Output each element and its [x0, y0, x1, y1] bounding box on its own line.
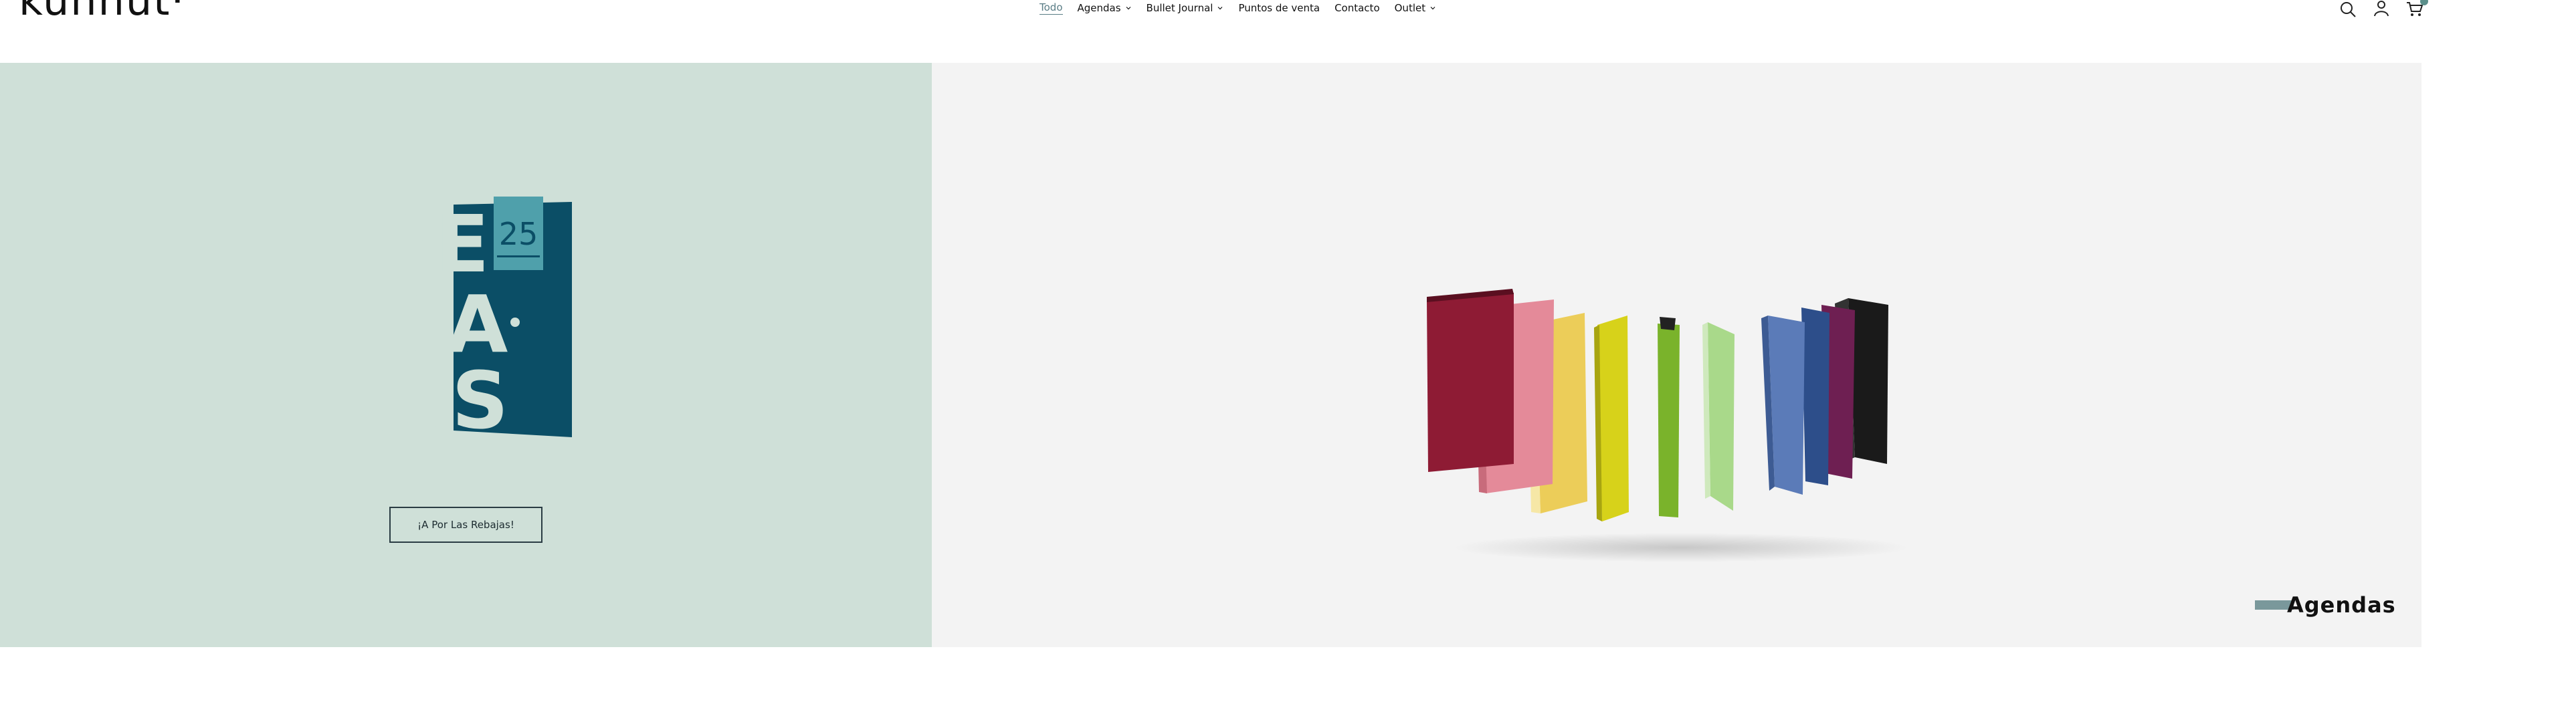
chevron-down-icon	[1430, 7, 1435, 10]
promo-panel-agendas: Agendas	[932, 63, 2421, 647]
search-icon[interactable]	[2339, 0, 2357, 19]
header-actions	[2339, 0, 2428, 19]
promo-panel-rebajas: 25 RE BA JAS ¡A Por Las Rebajas!	[0, 63, 932, 647]
nav-item-label: Todo	[1039, 1, 1063, 13]
cart-button[interactable]	[2405, 0, 2428, 19]
nav-item-label: Bullet Journal	[1146, 2, 1213, 14]
nav-item-label: Agendas	[1077, 2, 1121, 14]
nav-item-bullet-journal[interactable]: Bullet Journal	[1147, 2, 1224, 14]
agendas-books-image[interactable]	[1427, 283, 1935, 564]
caption-label: Agendas	[2287, 592, 2396, 618]
user-icon[interactable]	[2372, 0, 2391, 19]
nav-item-outlet[interactable]: Outlet	[1395, 2, 1436, 14]
nav-item-puntos-de-venta[interactable]: Puntos de venta	[1238, 2, 1320, 14]
nav-item-label: Puntos de venta	[1238, 2, 1320, 14]
site-logo[interactable]: kunnut·	[19, 0, 185, 21]
nav-item-contacto[interactable]: Contacto	[1334, 2, 1380, 14]
rebajas-number: 25	[499, 216, 538, 252]
chevron-down-icon	[1218, 7, 1223, 10]
rebajas-25-logo: 25 RE BA JAS	[375, 197, 572, 437]
rebajas-cta-button[interactable]: ¡A Por Las Rebajas!	[389, 507, 542, 543]
nav-item-agendas[interactable]: Agendas	[1078, 2, 1132, 14]
main-nav: Todo Agendas Bullet Journal Puntos de ve…	[1039, 1, 1436, 15]
rebajas-line-1: RE	[375, 198, 489, 290]
nav-item-label: Outlet	[1394, 2, 1426, 14]
agendas-caption[interactable]: Agendas	[2255, 592, 2396, 618]
site-header: kunnut· Todo Agendas Bullet Journal Punt…	[0, 0, 2428, 63]
chevron-down-icon	[1126, 7, 1130, 10]
nav-item-label: Contacto	[1334, 2, 1380, 14]
nav-item-todo[interactable]: Todo	[1039, 1, 1063, 15]
rebajas-line-3: JAS	[375, 354, 508, 437]
cart-count-badge	[2420, 0, 2428, 5]
